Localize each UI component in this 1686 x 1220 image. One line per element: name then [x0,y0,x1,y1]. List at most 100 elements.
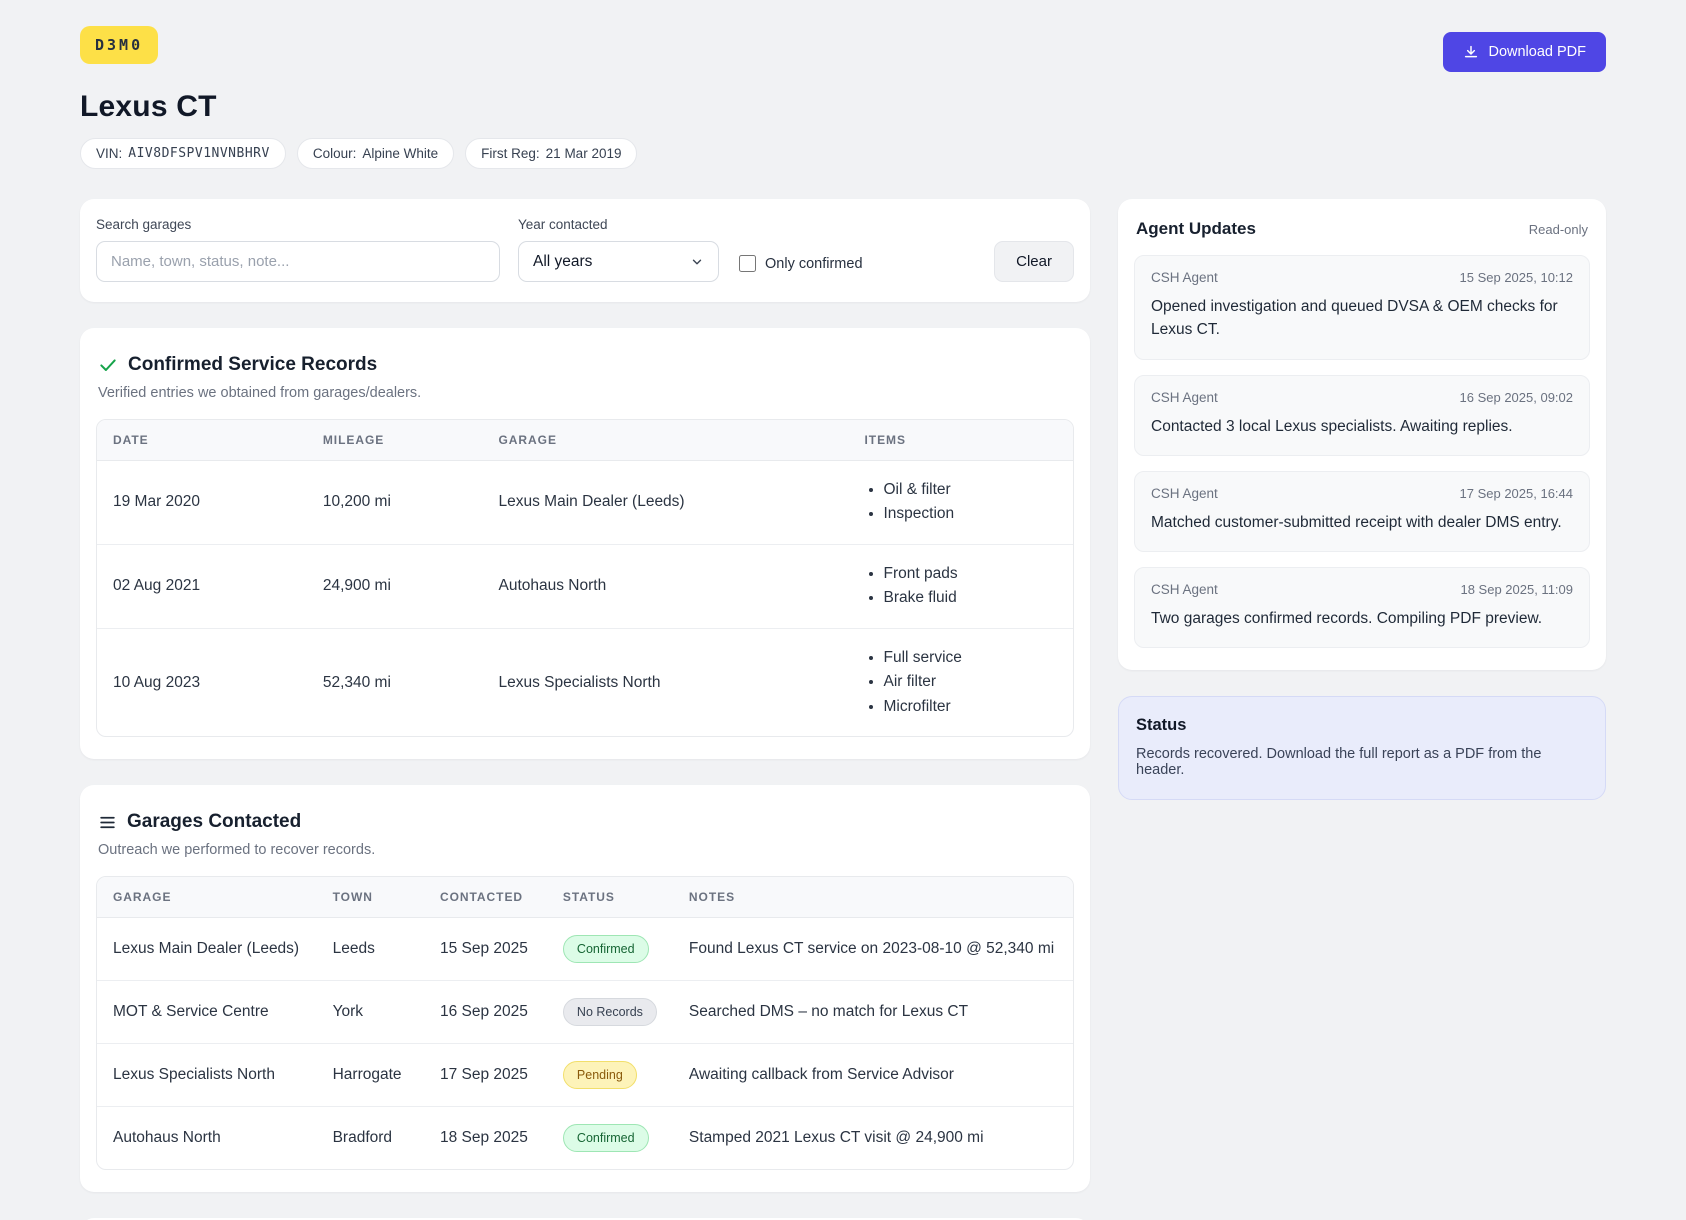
update-author: CSH Agent [1151,270,1218,285]
record-item: Air filter [884,670,1058,694]
confirmed-records-title: Confirmed Service Records [128,354,378,375]
vin-label: VIN: [96,146,123,161]
garage-contacted: 17 Sep 2025 [423,1044,547,1108]
colour-value: Alpine White [362,146,439,161]
col-mileage: MILEAGE [306,420,483,461]
col-status: STATUS [546,877,673,919]
record-garage: Autohaus North [482,545,849,629]
record-mileage: 10,200 mi [306,461,483,545]
col-items: ITEMS [848,420,1073,461]
search-label: Search garages [96,217,192,232]
year-select[interactable]: All years [518,241,719,282]
update-text: Matched customer-submitted receipt with … [1151,513,1562,531]
update-timestamp: 17 Sep 2025, 16:44 [1459,485,1574,501]
table-row: 02 Aug 2021 24,900 mi Autohaus North Fro… [97,545,1073,629]
record-items: Front pads Brake fluid [848,545,1073,629]
table-row: Lexus Specialists North Harrogate 17 Sep… [97,1044,1073,1108]
garages-contacted-title: Garages Contacted [127,811,302,833]
table-row: Autohaus North Bradford 18 Sep 2025 Conf… [97,1107,1073,1169]
garages-contacted-subtitle: Outreach we performed to recover records… [98,842,376,859]
download-pdf-button[interactable]: Download PDF [1443,32,1606,72]
colour-chip: Colour: Alpine White [296,138,455,169]
only-confirmed-label: Only confirmed [765,255,863,272]
col-notes: NOTES [672,877,1073,919]
col-town: TOWN [316,877,424,919]
garages-contacted-card: Garages Contacted Outreach we performed … [80,785,1090,1193]
table-header-row: GARAGE TOWN CONTACTED STATUS NOTES [97,877,1073,919]
status-badge: Pending [562,1061,637,1090]
confirmed-records-subtitle: Verified entries we obtained from garage… [98,385,422,401]
status-badge: Confirmed [562,935,649,964]
record-date: 02 Aug 2021 [97,545,307,629]
list-item: CSH Agent 17 Sep 2025, 16:44 Matched cus… [1134,470,1590,552]
readonly-label: Read-only [1528,221,1588,237]
garage-name: Lexus Main Dealer (Leeds) [97,918,317,982]
chevron-down-icon [690,255,704,269]
vin-value: AIV8DFSPV1NVNBHRV [128,146,270,161]
list-item: CSH Agent 15 Sep 2025, 10:12 Opened inve… [1134,255,1590,360]
record-item: Oil & filter [884,478,1058,502]
garage-town: Bradford [332,1129,393,1147]
page-title: Lexus CT [80,90,217,123]
record-mileage: 52,340 mi [322,673,391,691]
update-timestamp: 18 Sep 2025, 11:09 [1460,582,1573,597]
confirmed-records-table: DATE MILEAGE GARAGE ITEMS 19 Mar 2020 10… [96,419,1074,738]
vehicle-chips: VIN: AIV8DFSPV1NVNBHRV Colour: Alpine Wh… [80,138,1606,169]
record-date: 19 Mar 2020 [97,461,307,545]
update-author: CSH Agent [1151,389,1218,405]
garage-contacted: 15 Sep 2025 [423,918,547,982]
clear-button[interactable]: Clear [994,241,1074,282]
update-text: Two garages confirmed records. Compiling… [1151,610,1543,627]
record-mileage: 24,900 mi [306,545,483,629]
only-confirmed-field: Only confirmed [739,255,863,282]
year-label: Year contacted [518,217,608,232]
download-pdf-label: Download PDF [1488,44,1586,60]
first-reg-value: 21 Mar 2019 [545,146,622,161]
confirmed-records-card: Confirmed Service Records Verified entri… [80,328,1090,760]
year-select-value: All years [533,252,593,270]
record-item: Full service [884,646,1058,670]
record-garage: Lexus Main Dealer (Leeds) [482,461,849,545]
demo-badge: D3M0 [80,26,159,64]
vin-chip: VIN: AIV8DFSPV1NVNBHRV [80,138,286,169]
record-date: 10 Aug 2023 [113,673,201,691]
update-timestamp: 15 Sep 2025, 10:12 [1459,270,1574,285]
table-row: 19 Mar 2020 10,200 mi Lexus Main Dealer … [97,461,1073,545]
garage-notes: Found Lexus CT service on 2023-08-10 @ 5… [672,918,1073,982]
search-input[interactable] [96,241,500,282]
list-item: CSH Agent 18 Sep 2025, 11:09 Two garages… [1134,567,1590,649]
only-confirmed-checkbox[interactable] [739,255,756,272]
garage-name: MOT & Service Centre [97,981,317,1045]
list-item: CSH Agent 16 Sep 2025, 09:02 Contacted 3… [1134,374,1590,456]
garage-town: York [316,981,424,1045]
search-field: Search garages [96,217,500,282]
record-item: Front pads [884,562,1058,586]
garages-contacted-table: GARAGE TOWN CONTACTED STATUS NOTES Lexus… [96,876,1074,1171]
year-field: Year contacted All years [518,217,719,282]
garage-name: Autohaus North [113,1129,221,1147]
record-items: Full service Air filter Microfilter [849,629,1074,736]
garage-town: Leeds [316,918,424,982]
status-panel: Status Records recovered. Download the f… [1118,696,1606,801]
garage-name: Lexus Specialists North [97,1044,317,1108]
garage-contacted: 16 Sep 2025 [423,981,547,1045]
garage-town: Harrogate [316,1044,424,1108]
colour-label: Colour: [312,146,357,161]
update-author: CSH Agent [1151,582,1218,597]
first-reg-chip: First Reg: 21 Mar 2019 [465,138,638,169]
col-contacted: CONTACTED [423,877,547,919]
status-panel-text: Records recovered. Download the full rep… [1136,746,1542,779]
table-row: Lexus Main Dealer (Leeds) Leeds 15 Sep 2… [97,918,1073,982]
record-item: Brake fluid [884,586,1058,610]
agent-updates-card: Agent Updates Read-only CSH Agent 15 Sep… [1118,199,1606,671]
garage-notes: Awaiting callback from Service Advisor [672,1044,1073,1108]
agent-updates-title: Agent Updates [1136,219,1256,238]
menu-lines-icon [98,813,117,832]
record-garage: Lexus Specialists North [498,673,661,691]
garage-notes: Searched DMS – no match for Lexus CT [672,981,1073,1045]
col-garage: GARAGE [482,420,849,461]
col-garage: GARAGE [97,877,317,919]
first-reg-label: First Reg: [481,146,540,161]
garage-notes: Stamped 2021 Lexus CT visit @ 24,900 mi [688,1129,984,1147]
update-timestamp: 16 Sep 2025, 09:02 [1459,389,1574,405]
